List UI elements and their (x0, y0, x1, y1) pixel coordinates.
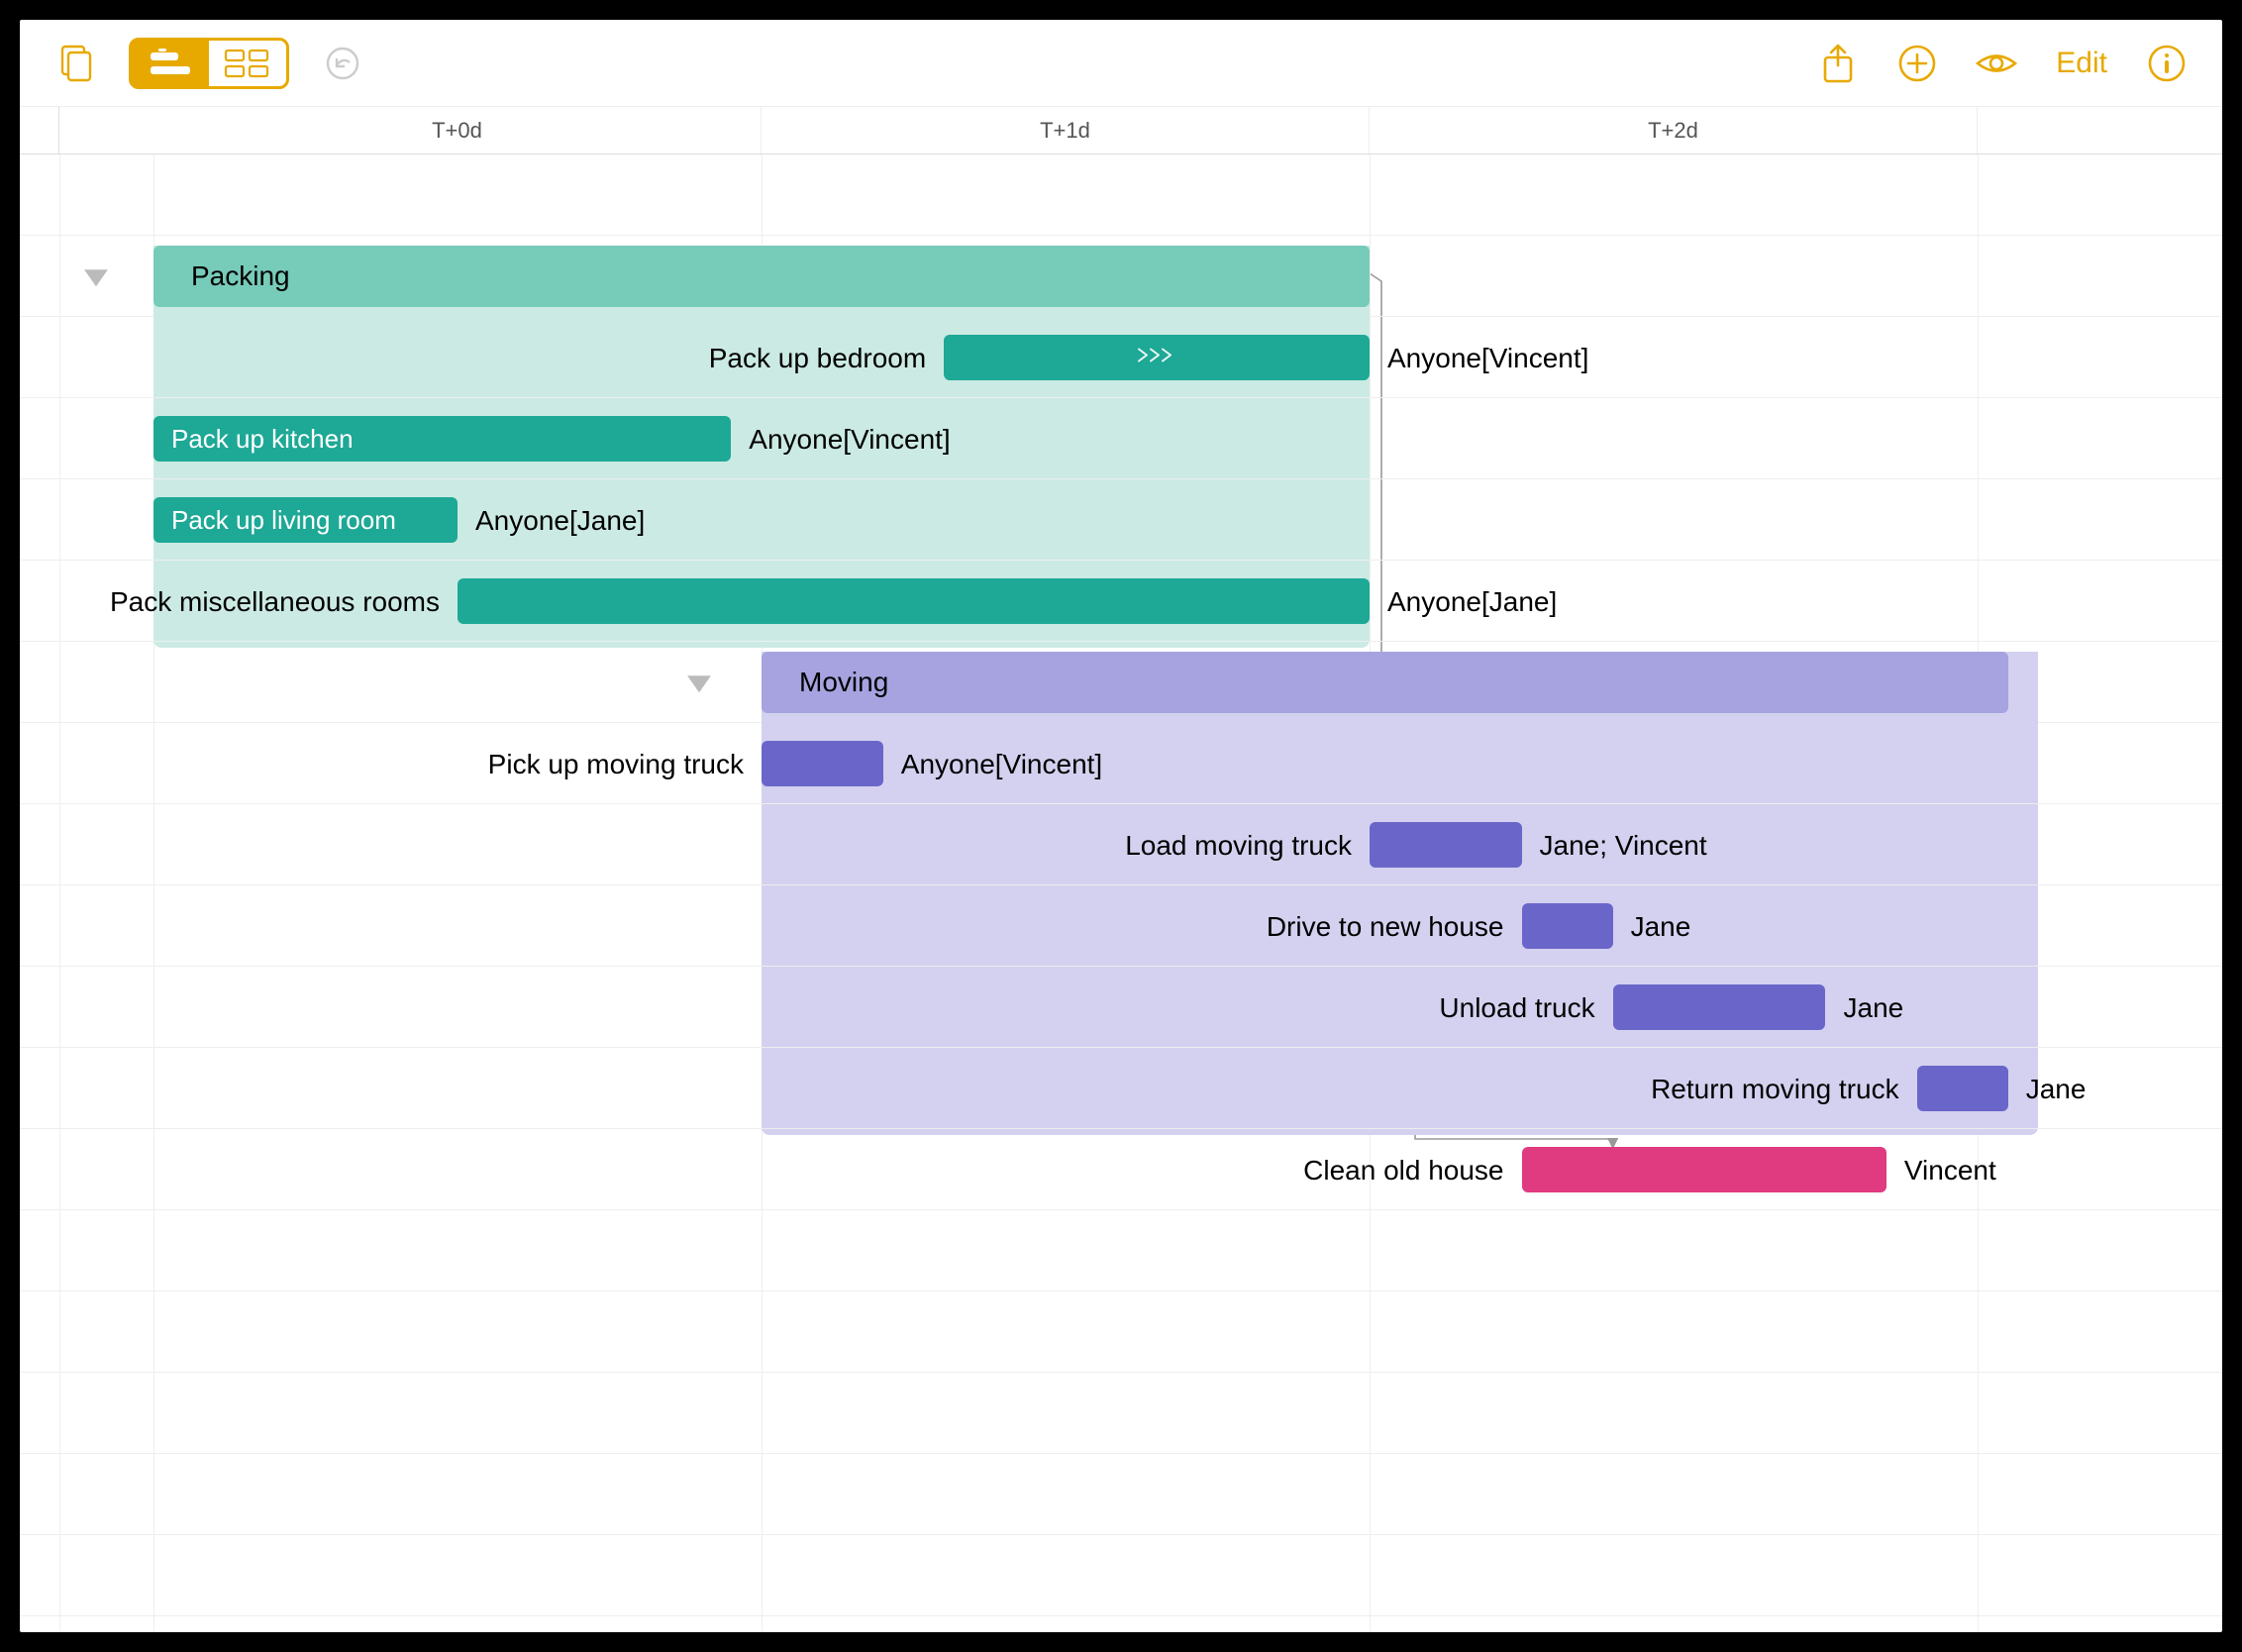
toolbar: Edit (20, 20, 2222, 107)
undo-button[interactable] (317, 38, 368, 89)
packing-task-2-bar[interactable]: Pack up living room (153, 497, 458, 543)
moving-task-3-resource: Jane (1844, 992, 1904, 1024)
add-button[interactable] (1891, 38, 1943, 89)
packing-task-0-bar[interactable] (944, 335, 1370, 380)
moving-task-1-name: Load moving truck (1125, 830, 1352, 862)
moving-task-1-resource: Jane; Vincent (1540, 830, 1707, 862)
view-toggle[interactable] (129, 38, 289, 89)
standalone-task-0-name: Clean old house (1303, 1155, 1503, 1187)
info-button[interactable] (2141, 38, 2192, 89)
time-column-label: T+0d (153, 107, 762, 154)
moving-task-2-name: Drive to new house (1267, 911, 1504, 943)
share-button[interactable] (1812, 38, 1864, 89)
packing-task-2-resource: Anyone[Jane] (475, 505, 645, 537)
view-options-button[interactable] (1971, 38, 2022, 89)
packing-task-0-resource: Anyone[Vincent] (1387, 343, 1588, 374)
moving-task-3-bar[interactable] (1613, 984, 1826, 1030)
documents-icon (54, 43, 96, 84)
gantt-view-icon (147, 49, 194, 78)
share-icon (1819, 42, 1857, 85)
moving-task-0-bar[interactable] (762, 741, 883, 786)
moving-task-4-bar[interactable] (1917, 1066, 2008, 1111)
packing-task-3-name: Pack miscellaneous rooms (110, 586, 440, 618)
moving-task-3-name: Unload truck (1439, 992, 1594, 1024)
packing-task-3-bar[interactable] (458, 578, 1370, 624)
packing-group-bar[interactable]: Packing (153, 246, 1370, 307)
moving-task-4-resource: Jane (2026, 1074, 2087, 1105)
moving-task-0-name: Pick up moving truck (488, 749, 744, 780)
documents-button[interactable] (50, 38, 101, 89)
standalone-task-0-bar[interactable] (1522, 1147, 1886, 1192)
view-toggle-grid[interactable] (209, 41, 286, 86)
view-toggle-gantt[interactable] (132, 41, 209, 86)
packing-task-3-resource: Anyone[Jane] (1387, 586, 1557, 618)
grid-view-icon (224, 49, 271, 78)
progress-chevrons-icon (1137, 346, 1176, 370)
moving-disclosure[interactable] (682, 666, 716, 699)
timeline-header: T+0dT+1dT+2d (20, 107, 2222, 155)
time-column-label: T+2d (1370, 107, 1978, 154)
add-icon (1896, 43, 1938, 84)
standalone-task-0-resource: Vincent (1904, 1155, 1996, 1187)
packing-task-0-name: Pack up bedroom (709, 343, 926, 374)
moving-task-4-name: Return moving truck (1651, 1074, 1899, 1105)
undo-icon (324, 45, 361, 82)
time-column-label: T+1d (762, 107, 1370, 154)
moving-task-2-bar[interactable] (1522, 903, 1613, 949)
info-icon (2146, 43, 2188, 84)
moving-task-1-bar[interactable] (1370, 822, 1522, 868)
edit-button[interactable]: Edit (2050, 47, 2113, 80)
moving-group-bar[interactable]: Moving (762, 652, 2008, 713)
moving-task-2-resource: Jane (1631, 911, 1691, 943)
eye-icon (1974, 47, 2019, 80)
packing-task-1-bar[interactable]: Pack up kitchen (153, 416, 731, 462)
packing-task-1-resource: Anyone[Vincent] (749, 424, 950, 456)
moving-task-0-resource: Anyone[Vincent] (901, 749, 1102, 780)
gantt-chart[interactable]: Packing Pack up bedroom Anyone[Vincent] Pac… (20, 155, 2222, 1632)
